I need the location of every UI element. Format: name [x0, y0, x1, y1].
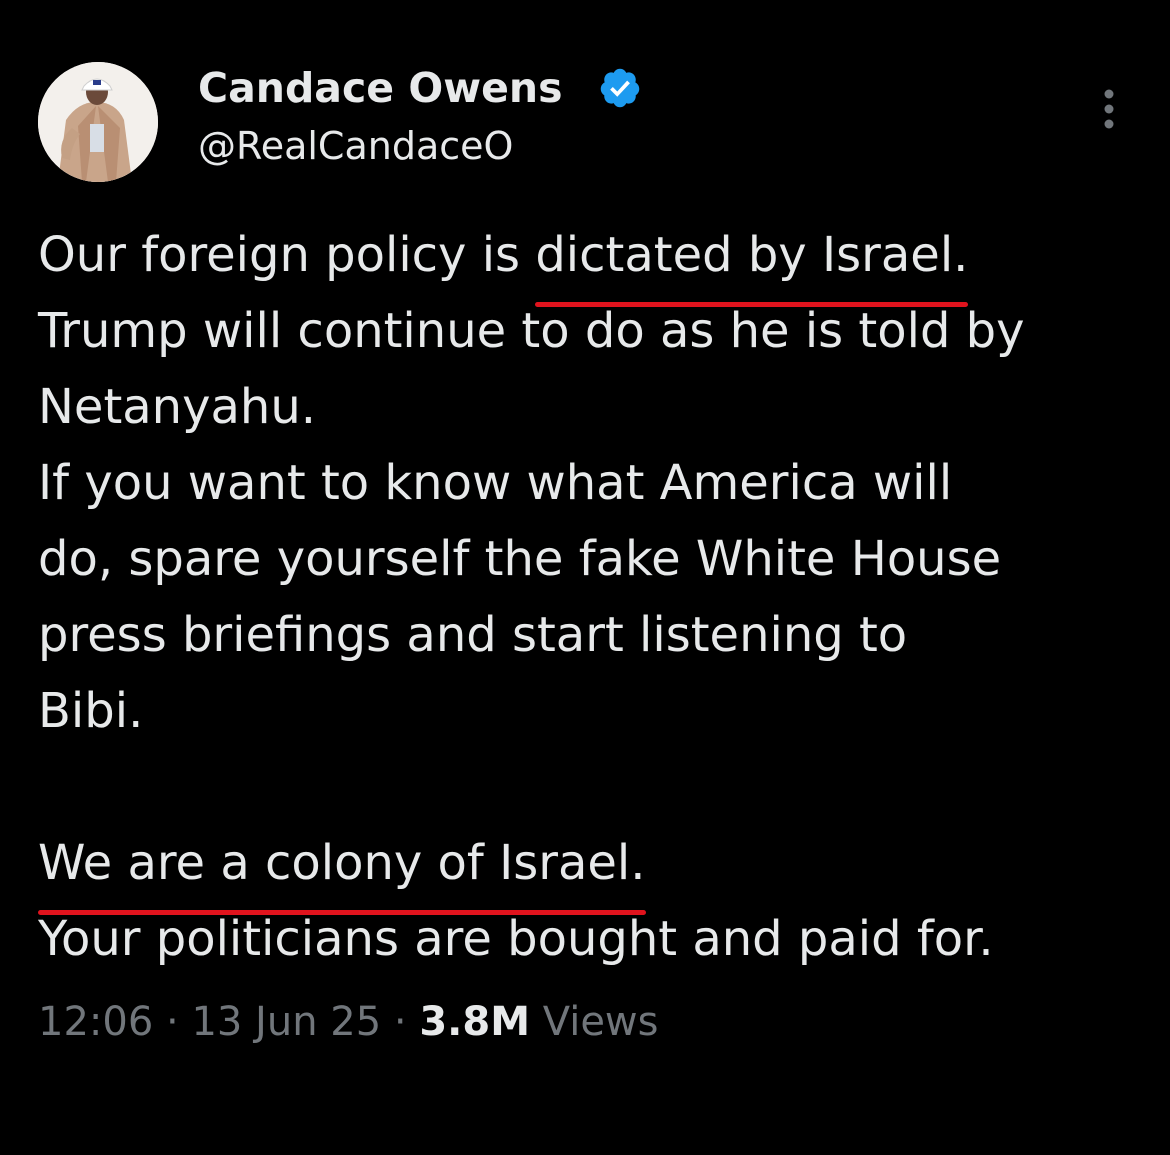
tweet-line-text: Our foreign policy is — [38, 227, 536, 283]
views-label[interactable]: Views — [543, 999, 659, 1045]
tweet-line: Our foreign policy is dictated by Israel… — [38, 217, 1148, 307]
underlined-phrase: dictated by Israel. — [535, 217, 969, 307]
tweet-line: We are a colony of Israel. — [38, 825, 1148, 915]
author-handle[interactable]: @RealCandaceO — [198, 122, 513, 170]
tweet-time[interactable]: 12:06 — [38, 999, 153, 1045]
tweet-line: do, spare yourself the fake White House — [38, 531, 1002, 587]
verified-badge-icon — [598, 66, 642, 110]
views-count[interactable]: 3.8M — [419, 999, 530, 1045]
meta-separator: · — [153, 999, 192, 1045]
author-display-name[interactable]: Candace Owens — [198, 62, 562, 114]
tweet-metadata: 12:06 · 13 Jun 25 · 3.8M Views — [38, 996, 658, 1048]
more-vertical-icon[interactable] — [1096, 88, 1122, 130]
meta-separator: · — [381, 999, 420, 1045]
underlined-phrase: We are a colony of Israel. — [38, 825, 646, 915]
tweet-line: If you want to know what America will — [38, 455, 953, 511]
paragraph-break — [38, 749, 1148, 825]
tweet-line: press briefings and start listening to — [38, 607, 908, 663]
tweet-line: Bibi. — [38, 683, 144, 739]
tweet-line: Netanyahu. — [38, 379, 317, 435]
tweet-text: Our foreign policy is dictated by Israel… — [38, 217, 1148, 977]
tweet-date[interactable]: 13 Jun 25 — [191, 999, 381, 1045]
avatar[interactable] — [38, 62, 158, 182]
